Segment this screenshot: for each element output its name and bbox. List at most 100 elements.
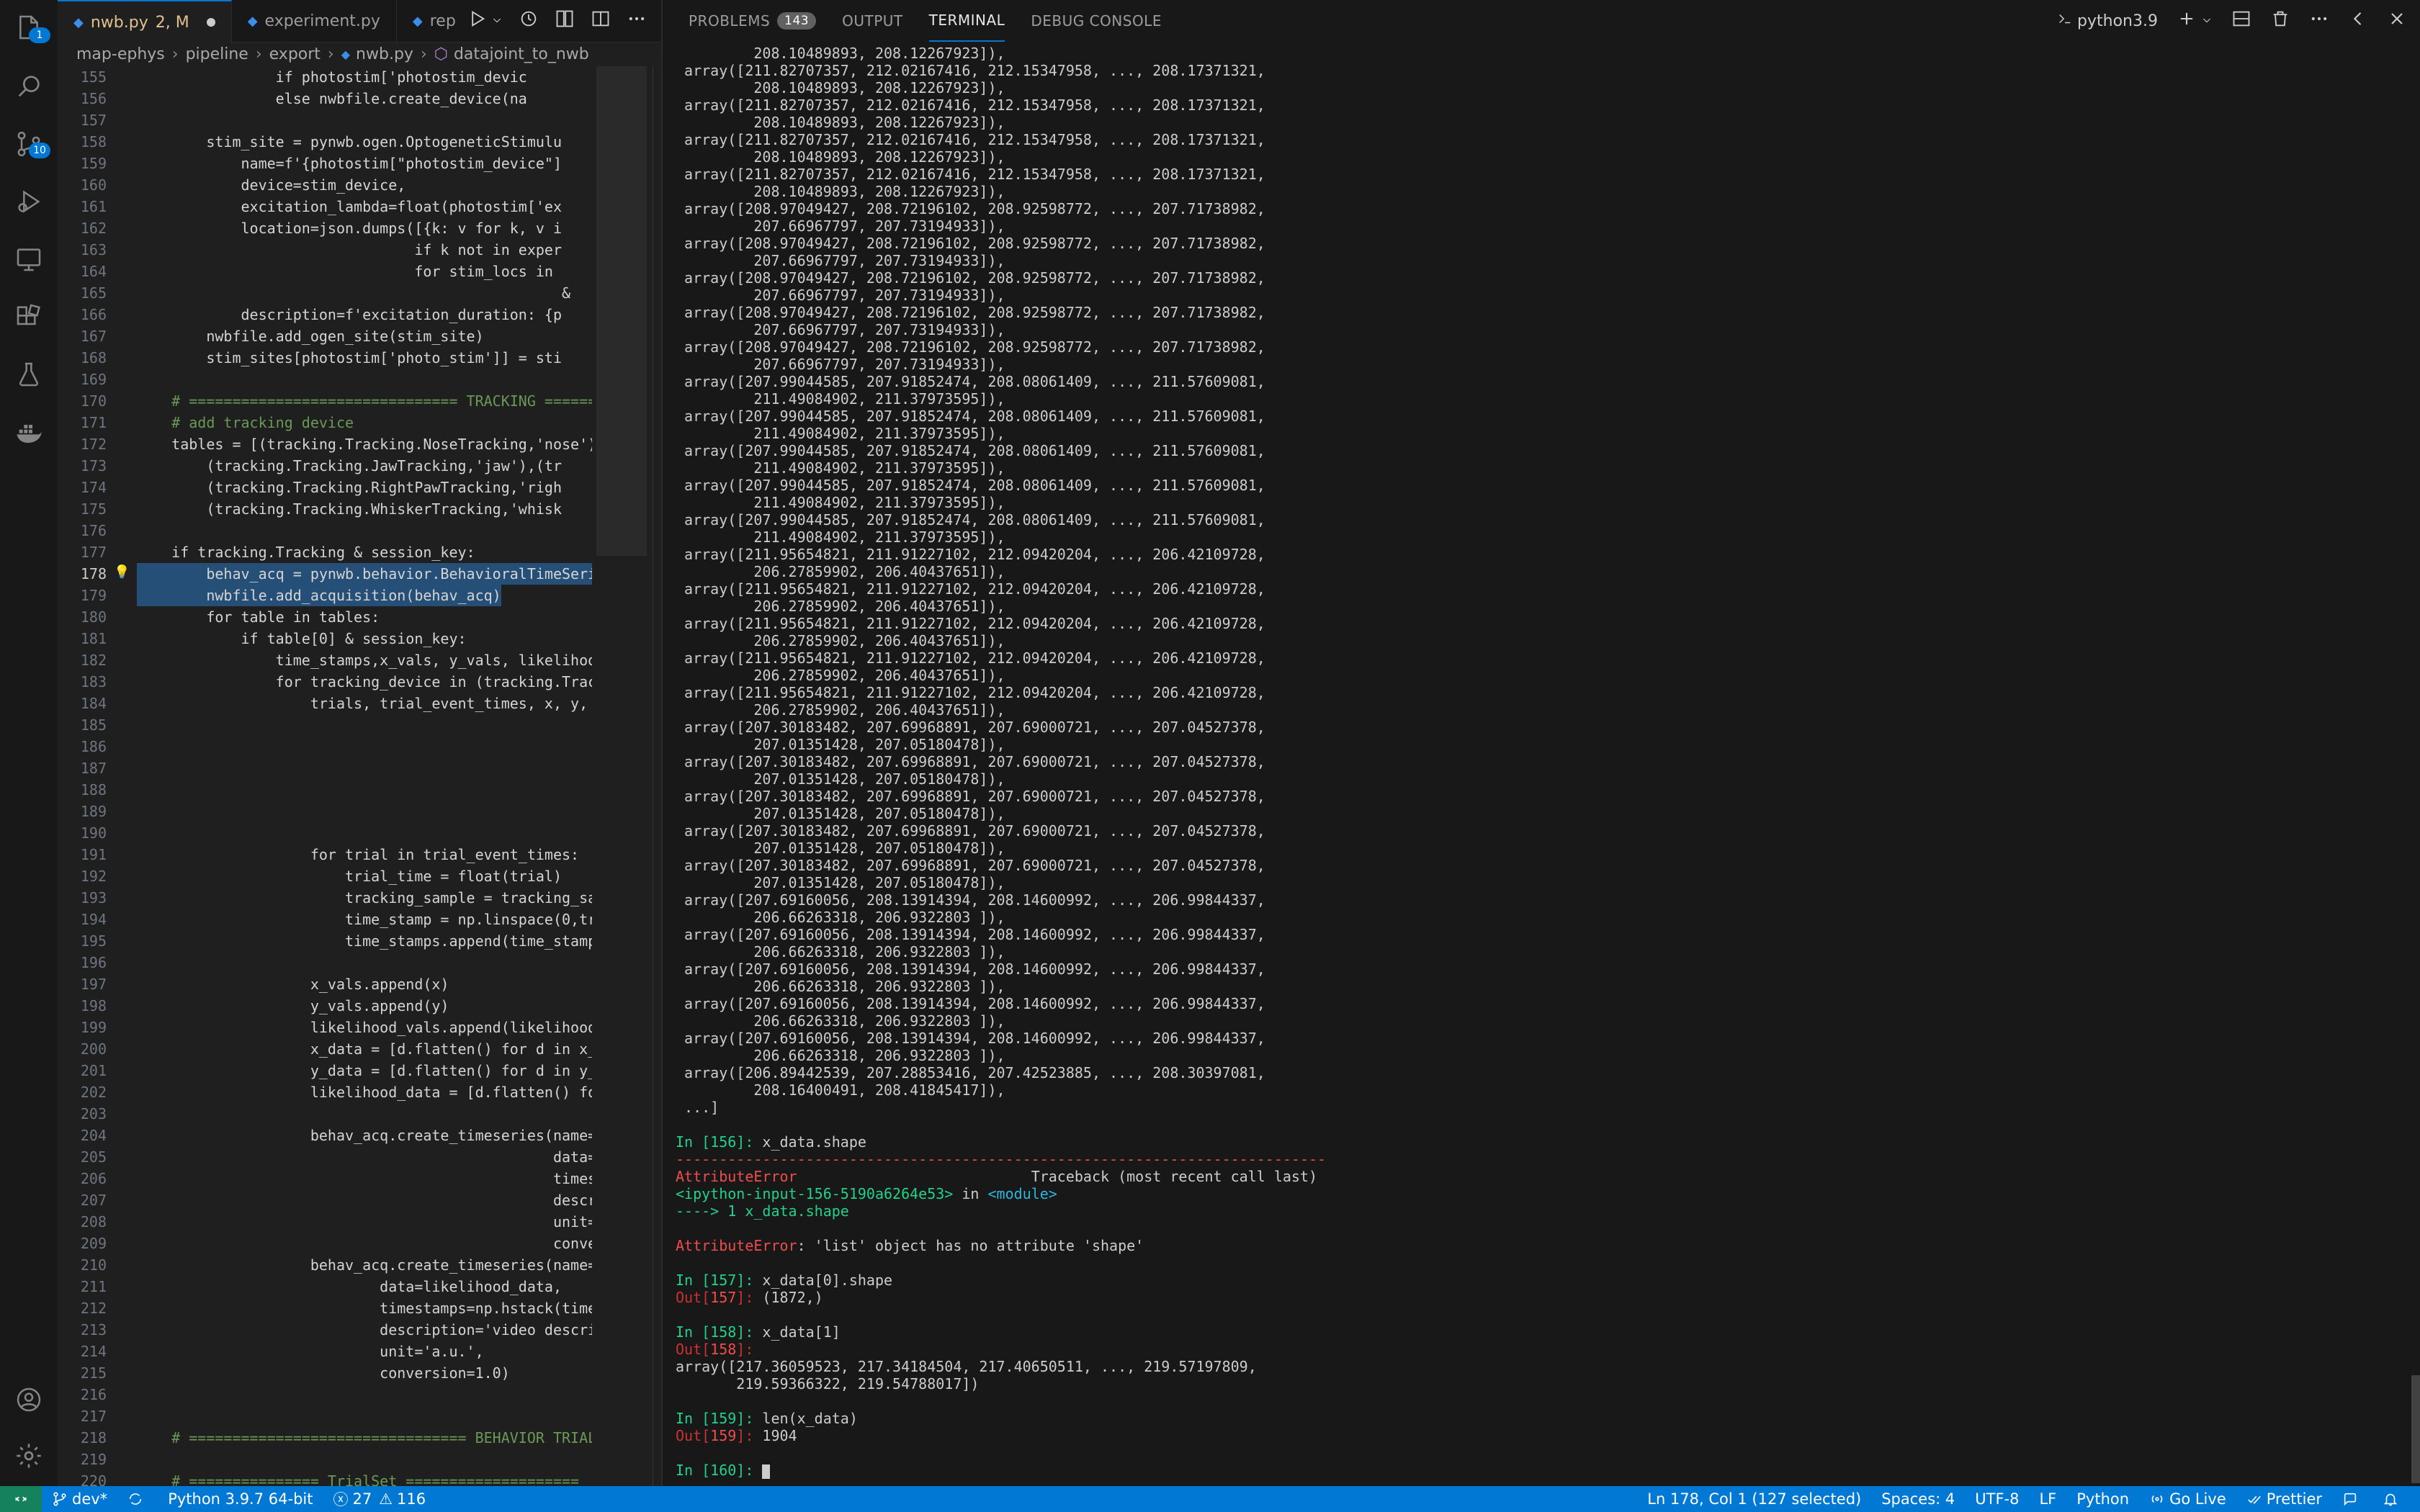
- code-line[interactable]: 208 unit=: [58, 1211, 592, 1233]
- account-icon[interactable]: [12, 1382, 46, 1417]
- tab-problems[interactable]: PROBLEMS 143: [689, 0, 817, 42]
- chevron-down-icon[interactable]: [2201, 12, 2213, 30]
- branch-indicator[interactable]: dev*: [42, 1486, 117, 1512]
- chevron-down-icon[interactable]: [491, 12, 503, 30]
- run-debug-icon[interactable]: [12, 184, 46, 219]
- testing-icon[interactable]: [12, 357, 46, 392]
- code-line[interactable]: 189: [58, 801, 592, 822]
- code-line[interactable]: 174 (tracking.Tracking.RightPawTracking,…: [58, 477, 592, 498]
- code-line[interactable]: 219: [58, 1449, 592, 1470]
- code-line[interactable]: 217: [58, 1405, 592, 1427]
- code-line[interactable]: 192 trial_time = float(trial): [58, 865, 592, 887]
- more-actions-icon[interactable]: [627, 9, 647, 33]
- terminal-output[interactable]: 208.10489893, 208.12267923]), array([211…: [676, 45, 2397, 1485]
- go-live-button[interactable]: Go Live: [2139, 1486, 2236, 1512]
- code-line[interactable]: 200 x_data = [d.flatten() for d in x_: [58, 1038, 592, 1060]
- language-mode[interactable]: Python: [2066, 1486, 2139, 1512]
- tab-debug-console[interactable]: DEBUG CONSOLE: [1031, 0, 1162, 42]
- unsaved-dot-icon[interactable]: [206, 18, 215, 27]
- code-line[interactable]: 169: [58, 369, 592, 390]
- code-line[interactable]: 193 tracking_sample = tracking_sa: [58, 887, 592, 909]
- code-line[interactable]: 191 for trial in trial_event_times:: [58, 844, 592, 865]
- notifications-button[interactable]: [2372, 1486, 2413, 1512]
- search-icon[interactable]: [12, 69, 46, 104]
- terminal-scrollbar[interactable]: [2411, 1375, 2420, 1483]
- more-actions-icon[interactable]: [2309, 9, 2329, 33]
- code-line[interactable]: 179 nwbfile.add_acquisition(behav_acq): [58, 585, 592, 606]
- code-line[interactable]: 203: [58, 1103, 592, 1125]
- tab-terminal[interactable]: TERMINAL: [928, 0, 1005, 42]
- code-line[interactable]: 178 behav_acq = pynwb.behavior.Behaviora…: [58, 563, 592, 585]
- code-line[interactable]: 186: [58, 736, 592, 757]
- new-terminal-icon[interactable]: [2177, 9, 2197, 33]
- code-line[interactable]: 155 if photostim['photostim_devic: [58, 66, 592, 88]
- code-line[interactable]: 180 for table in tables:: [58, 606, 592, 628]
- code-area[interactable]: 155 if photostim['photostim_devic 156 els…: [58, 66, 592, 1486]
- code-line[interactable]: 171 # add tracking device: [58, 412, 592, 433]
- code-line[interactable]: 158 stim_site = pynwb.ogen.OptogeneticSt…: [58, 131, 592, 153]
- code-line[interactable]: 159 name=f'{photostim["photostim_device"…: [58, 153, 592, 174]
- encoding[interactable]: UTF-8: [1965, 1486, 2029, 1512]
- code-line[interactable]: 187: [58, 757, 592, 779]
- code-line[interactable]: 194 time_stamp = np.linspace(0,tr: [58, 909, 592, 930]
- code-line[interactable]: 182 time_stamps,x_vals, y_vals, likeliho…: [58, 649, 592, 671]
- code-line[interactable]: 163 if k not in exper: [58, 239, 592, 261]
- code-line[interactable]: 199 likelihood_vals.append(likelihood: [58, 1017, 592, 1038]
- code-line[interactable]: 202 likelihood_data = [d.flatten() fo: [58, 1081, 592, 1103]
- end-of-line[interactable]: LF: [2029, 1486, 2066, 1512]
- code-line[interactable]: 214 unit='a.u.',: [58, 1341, 592, 1362]
- code-line[interactable]: 166 description=f'excitation_duration: {…: [58, 304, 592, 325]
- code-line[interactable]: 220 # =============== TrialSet =========…: [58, 1470, 592, 1486]
- code-line[interactable]: 216: [58, 1384, 592, 1405]
- code-line[interactable]: 175 (tracking.Tracking.WhiskerTracking,'…: [58, 498, 592, 520]
- code-line[interactable]: 206 times: [58, 1168, 592, 1189]
- tab-experiment-py[interactable]: ◆ experiment.py: [232, 0, 397, 42]
- breadcrumb-item[interactable]: datajoint_to_nwb: [454, 45, 589, 63]
- split-editor-icon[interactable]: [591, 9, 611, 33]
- close-icon[interactable]: [2387, 9, 2407, 33]
- code-line[interactable]: 198 y_vals.append(y): [58, 995, 592, 1017]
- extensions-icon[interactable]: [12, 300, 46, 334]
- sync-indicator[interactable]: [117, 1486, 158, 1512]
- problems-indicator[interactable]: ⓧ 27 ⚠ 116: [323, 1486, 436, 1512]
- chevron-left-icon[interactable]: [2348, 9, 2368, 33]
- code-line[interactable]: 161 excitation_lambda=float(photostim['e…: [58, 196, 592, 217]
- code-line[interactable]: 201 y_data = [d.flatten() for d in y_: [58, 1060, 592, 1081]
- prettier-button[interactable]: Prettier: [2236, 1486, 2332, 1512]
- code-line[interactable]: 167 nwbfile.add_ogen_site(stim_site): [58, 325, 592, 347]
- code-line[interactable]: 205 data=: [58, 1146, 592, 1168]
- breadcrumb-item[interactable]: pipeline: [186, 45, 248, 63]
- code-line[interactable]: 183 for tracking_device in (tracking.Tra…: [58, 671, 592, 693]
- code-line[interactable]: 181 if table[0] & session_key:: [58, 628, 592, 649]
- docker-icon[interactable]: [12, 415, 46, 449]
- lightbulb-icon[interactable]: 💡: [114, 564, 130, 580]
- compare-changes-icon[interactable]: [555, 9, 575, 33]
- code-line[interactable]: 185: [58, 714, 592, 736]
- code-line[interactable]: 218 # ================================ B…: [58, 1427, 592, 1449]
- code-line[interactable]: 207 descr: [58, 1189, 592, 1211]
- code-line[interactable]: 168 stim_sites[photostim['photo_stim']] …: [58, 347, 592, 369]
- code-line[interactable]: 164 for stim_locs in: [58, 261, 592, 282]
- code-line[interactable]: 196: [58, 952, 592, 973]
- code-line[interactable]: 162 location=json.dumps([{k: v for k, v …: [58, 217, 592, 239]
- code-line[interactable]: 210 behav_acq.create_timeseries(name=: [58, 1254, 592, 1276]
- code-line[interactable]: 165 &: [58, 282, 592, 304]
- breadcrumb-item[interactable]: export: [269, 45, 321, 63]
- python-interpreter[interactable]: Python 3.9.7 64-bit: [158, 1486, 323, 1512]
- indentation[interactable]: Spaces: 4: [1871, 1486, 1965, 1512]
- code-line[interactable]: 190: [58, 822, 592, 844]
- trash-icon[interactable]: [2270, 9, 2290, 33]
- code-line[interactable]: 188: [58, 779, 592, 801]
- breadcrumb-item[interactable]: map-ephys: [76, 45, 165, 63]
- code-line[interactable]: 172 tables = [(tracking.Tracking.NoseTra…: [58, 433, 592, 455]
- remote-explorer-icon[interactable]: [12, 242, 46, 276]
- code-line[interactable]: 197 x_vals.append(x): [58, 973, 592, 995]
- code-line[interactable]: 170 # =============================== TR…: [58, 390, 592, 412]
- timeline-icon[interactable]: [519, 9, 539, 33]
- minimap[interactable]: [596, 66, 647, 1486]
- code-line[interactable]: 204 behav_acq.create_timeseries(name=: [58, 1125, 592, 1146]
- code-line[interactable]: 160 device=stim_device,: [58, 174, 592, 196]
- code-line[interactable]: 195 time_stamps.append(time_stamp: [58, 930, 592, 952]
- code-line[interactable]: 215 conversion=1.0): [58, 1362, 592, 1384]
- breadcrumb-item[interactable]: nwb.py: [356, 45, 413, 63]
